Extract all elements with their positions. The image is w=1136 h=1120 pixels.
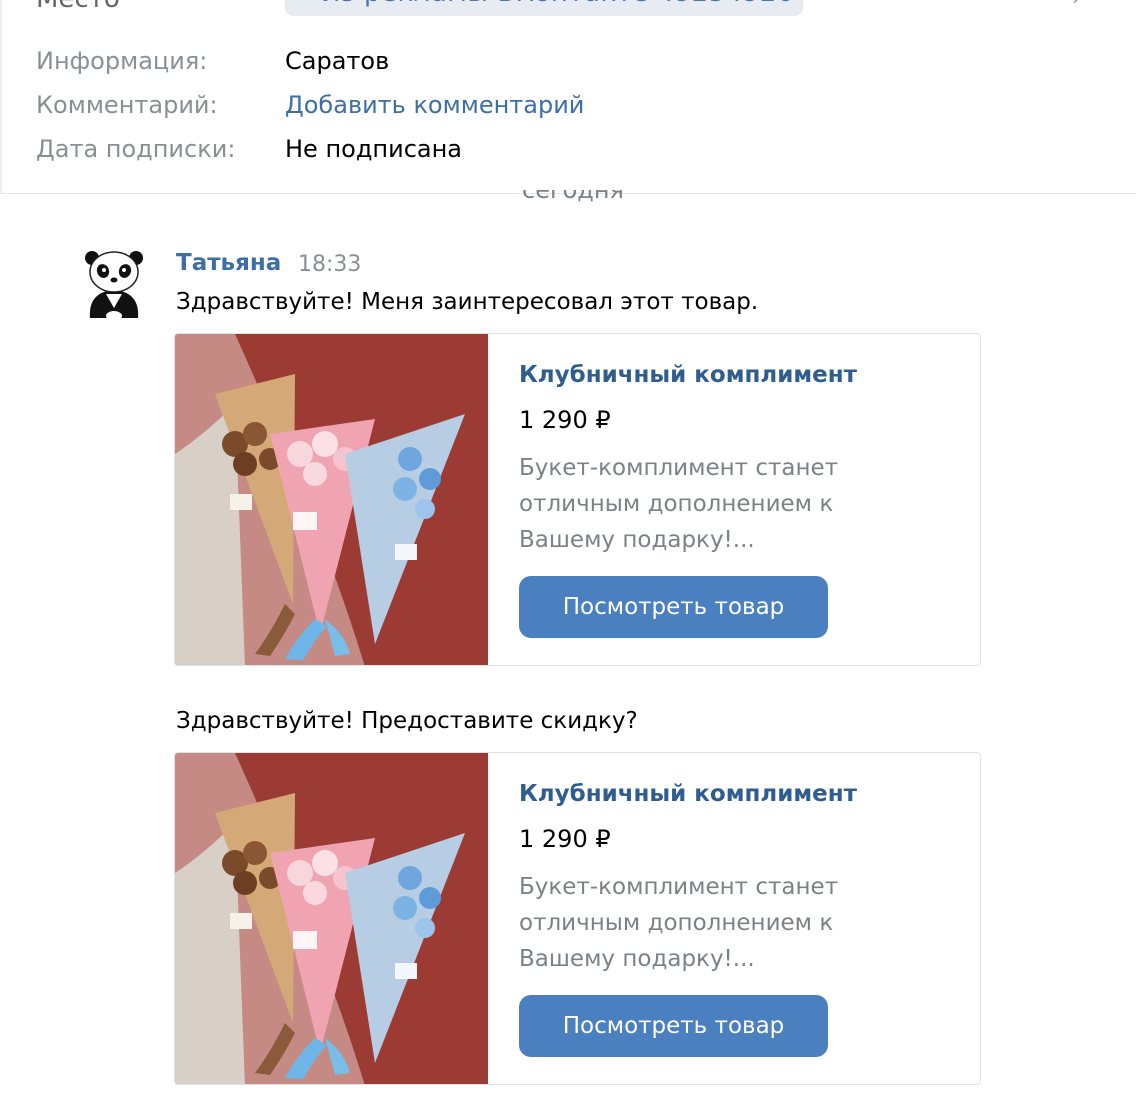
view-product-button[interactable]: Посмотреть товар [519,995,828,1057]
panda-avatar-icon[interactable] [82,246,146,322]
more-icon[interactable]: › [1072,0,1086,11]
message-text: Здравствуйте! Предоставите скидку? [176,708,638,734]
product-title[interactable]: Клубничный комплимент [519,781,857,807]
info-row-comment: Комментарий: Добавить комментарий [36,89,584,121]
view-product-button[interactable]: Посмотреть товар [519,576,828,638]
product-description: Букет-комплимент станет отличным дополне… [519,874,839,972]
message-text: Здравствуйте! Меня заинтересовал этот то… [176,289,759,315]
comment-label: Комментарий: [36,91,218,119]
info-label-cut: Место [36,0,120,14]
message-time: 18:33 [298,252,362,277]
info-label: Информация: [36,47,208,75]
product-price: 1 290 ₽ [519,406,611,434]
product-photo[interactable] [175,334,488,665]
subscription-date-value: Не подписана [285,135,462,163]
product-title[interactable]: Клубничный комплимент [519,362,857,388]
product-photo[interactable] [175,753,488,1084]
date-separator: сегодня [0,190,1136,216]
info-row-subscription-date: Дата подписки: Не подписана [36,133,462,165]
product-description: Букет-комплимент станет отличным дополне… [519,455,839,553]
product-card[interactable]: Клубничный комплимент 1 290 ₽ Букет-комп… [174,333,981,666]
date-separator-label: сегодня [522,190,624,204]
subscription-date-label: Дата подписки: [36,135,236,163]
message-author[interactable]: Татьяна [176,250,281,276]
product-price: 1 290 ₽ [519,825,611,853]
source-tag-label: Из рекламы ВКонтакте 49254926 [321,0,794,8]
add-comment-link[interactable]: Добавить комментарий [285,91,584,119]
info-row-information: Информация: Саратов [36,45,389,77]
product-card[interactable]: Клубничный комплимент 1 290 ₽ Букет-комп… [174,752,981,1085]
source-tag[interactable]: Из рекламы ВКонтакте 49254926 [285,0,803,16]
info-value: Саратов [285,47,390,75]
